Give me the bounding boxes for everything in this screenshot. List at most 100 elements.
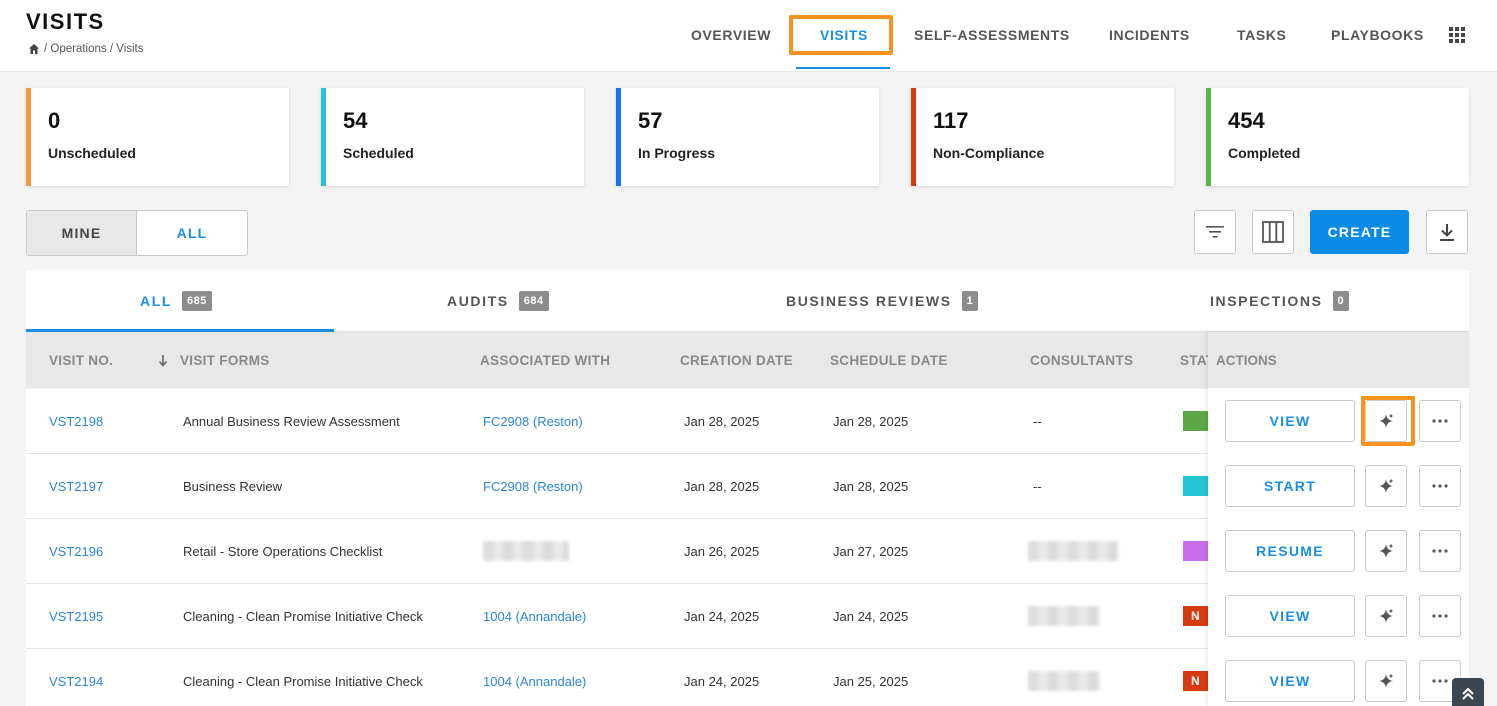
consultants: -- xyxy=(1033,414,1042,429)
col-visit-no[interactable]: VISIT NO. xyxy=(49,353,113,368)
tab-all[interactable]: ALL 685 xyxy=(140,270,212,332)
actions-header: ACTIONS xyxy=(1208,332,1469,388)
associated-link[interactable]: 1004 (Annandale) xyxy=(483,609,586,624)
start-button[interactable]: START xyxy=(1225,465,1355,507)
view-button[interactable]: VIEW xyxy=(1225,400,1355,442)
view-button[interactable]: VIEW xyxy=(1225,660,1355,702)
creation-date: Jan 28, 2025 xyxy=(684,479,760,494)
nav-playbooks[interactable]: PLAYBOOKS xyxy=(1331,27,1424,43)
double-chevron-up-icon xyxy=(1462,687,1474,700)
stat-accent xyxy=(911,88,916,186)
status-badge xyxy=(1183,411,1209,431)
stat-card-in-progress[interactable]: 57 In Progress xyxy=(616,88,879,186)
sort-desc-icon[interactable] xyxy=(158,354,168,367)
schedule-date: Jan 28, 2025 xyxy=(833,414,909,429)
schedule-date: Jan 27, 2025 xyxy=(833,544,909,559)
ellipsis-icon xyxy=(1432,484,1448,488)
filter-button[interactable] xyxy=(1194,210,1236,254)
more-options-button[interactable] xyxy=(1419,595,1461,637)
status-badge: N xyxy=(1183,671,1209,691)
stat-label: In Progress xyxy=(638,145,716,161)
visit-number-link[interactable]: VST2197 xyxy=(49,479,103,494)
ai-assist-button[interactable] xyxy=(1365,530,1407,572)
nav-visits[interactable]: VISITS xyxy=(820,27,868,43)
ai-assist-button[interactable] xyxy=(1365,595,1407,637)
stat-accent xyxy=(26,88,31,186)
schedule-date: Jan 28, 2025 xyxy=(833,479,909,494)
sparkle-icon xyxy=(1379,673,1394,688)
stat-value: 0 xyxy=(48,108,61,133)
visit-number-link[interactable]: VST2194 xyxy=(49,674,103,689)
ownership-toggle: MINE ALL xyxy=(26,210,248,256)
stat-accent xyxy=(616,88,621,186)
columns-button[interactable] xyxy=(1252,210,1294,254)
visit-number-link[interactable]: VST2195 xyxy=(49,609,103,624)
col-consultants[interactable]: CONSULTANTS xyxy=(1030,353,1133,368)
sparkle-icon xyxy=(1379,478,1394,493)
ai-assist-button[interactable] xyxy=(1365,400,1407,442)
visit-number-link[interactable]: VST2198 xyxy=(49,414,103,429)
download-button[interactable] xyxy=(1426,210,1468,254)
visit-form: Business Review xyxy=(183,479,282,494)
more-options-button[interactable] xyxy=(1419,530,1461,572)
stat-card-scheduled[interactable]: 54 Scheduled xyxy=(321,88,584,186)
stat-value: 117 xyxy=(933,108,969,133)
status-badge: N xyxy=(1183,606,1209,626)
tab-count-badge: 684 xyxy=(518,291,549,311)
tab-count-badge: 1 xyxy=(961,291,979,311)
resume-button[interactable]: RESUME xyxy=(1225,530,1355,572)
ai-assist-button[interactable] xyxy=(1365,660,1407,702)
app-grid-icon[interactable] xyxy=(1449,27,1465,43)
col-actions: ACTIONS xyxy=(1216,353,1277,368)
sparkle-icon xyxy=(1379,413,1394,428)
download-icon xyxy=(1440,224,1454,241)
visit-form: Cleaning - Clean Promise Initiative Chec… xyxy=(183,609,423,624)
home-icon[interactable] xyxy=(28,43,40,55)
tab-label: ALL xyxy=(140,293,173,309)
associated-link[interactable]: FC2908 (Reston) xyxy=(483,479,583,494)
col-visit-forms[interactable]: VISIT FORMS xyxy=(180,353,270,368)
stat-value: 57 xyxy=(638,108,663,133)
toggle-mine-button[interactable]: MINE xyxy=(27,211,137,255)
visit-number-link[interactable]: VST2196 xyxy=(49,544,103,559)
nav-active-indicator xyxy=(796,67,890,69)
tab-business-reviews[interactable]: BUSINESS REVIEWS 1 xyxy=(786,270,979,332)
page-title: VISITS xyxy=(26,9,105,34)
more-options-button[interactable] xyxy=(1419,400,1461,442)
stat-card-unscheduled[interactable]: 0 Unscheduled xyxy=(26,88,289,186)
visit-form: Retail - Store Operations Checklist xyxy=(183,544,383,559)
nav-incidents[interactable]: INCIDENTS xyxy=(1109,27,1190,43)
nav-overview[interactable]: OVERVIEW xyxy=(691,27,771,43)
stat-label: Scheduled xyxy=(343,145,414,161)
more-options-button[interactable] xyxy=(1419,465,1461,507)
redacted-consultant xyxy=(1028,606,1100,626)
stat-card-completed[interactable]: 454 Completed xyxy=(1206,88,1469,186)
col-associated-with[interactable]: ASSOCIATED WITH xyxy=(480,353,610,368)
scroll-to-top-button[interactable] xyxy=(1452,678,1484,706)
ellipsis-icon xyxy=(1432,419,1448,423)
ellipsis-icon xyxy=(1432,679,1448,683)
breadcrumb-path[interactable]: / Operations / Visits xyxy=(44,43,144,55)
visit-form: Cleaning - Clean Promise Initiative Chec… xyxy=(183,674,423,689)
stat-label: Non-Compliance xyxy=(933,145,1045,161)
create-button[interactable]: CREATE xyxy=(1310,210,1409,254)
nav-tasks[interactable]: TASKS xyxy=(1237,27,1286,43)
associated-link[interactable]: FC2908 (Reston) xyxy=(483,414,583,429)
view-button[interactable]: VIEW xyxy=(1225,595,1355,637)
associated-link[interactable]: 1004 (Annandale) xyxy=(483,674,586,689)
tab-audits[interactable]: AUDITS 684 xyxy=(447,270,549,332)
sparkle-icon xyxy=(1379,543,1394,558)
ai-assist-button[interactable] xyxy=(1365,465,1407,507)
stat-accent xyxy=(321,88,326,186)
tab-count-badge: 0 xyxy=(1332,291,1350,311)
tab-label: AUDITS xyxy=(447,293,509,309)
stat-card-non-compliance[interactable]: 117 Non-Compliance xyxy=(911,88,1174,186)
toggle-all-button[interactable]: ALL xyxy=(137,211,247,255)
tab-count-badge: 685 xyxy=(182,291,212,311)
nav-self-assessments[interactable]: SELF-ASSESSMENTS xyxy=(914,27,1070,43)
col-schedule-date[interactable]: SCHEDULE DATE xyxy=(830,353,948,368)
col-creation-date[interactable]: CREATION DATE xyxy=(680,353,793,368)
tab-inspections[interactable]: INSPECTIONS 0 xyxy=(1210,270,1350,332)
stat-value: 454 xyxy=(1228,108,1265,133)
redacted-consultant xyxy=(1028,541,1118,561)
